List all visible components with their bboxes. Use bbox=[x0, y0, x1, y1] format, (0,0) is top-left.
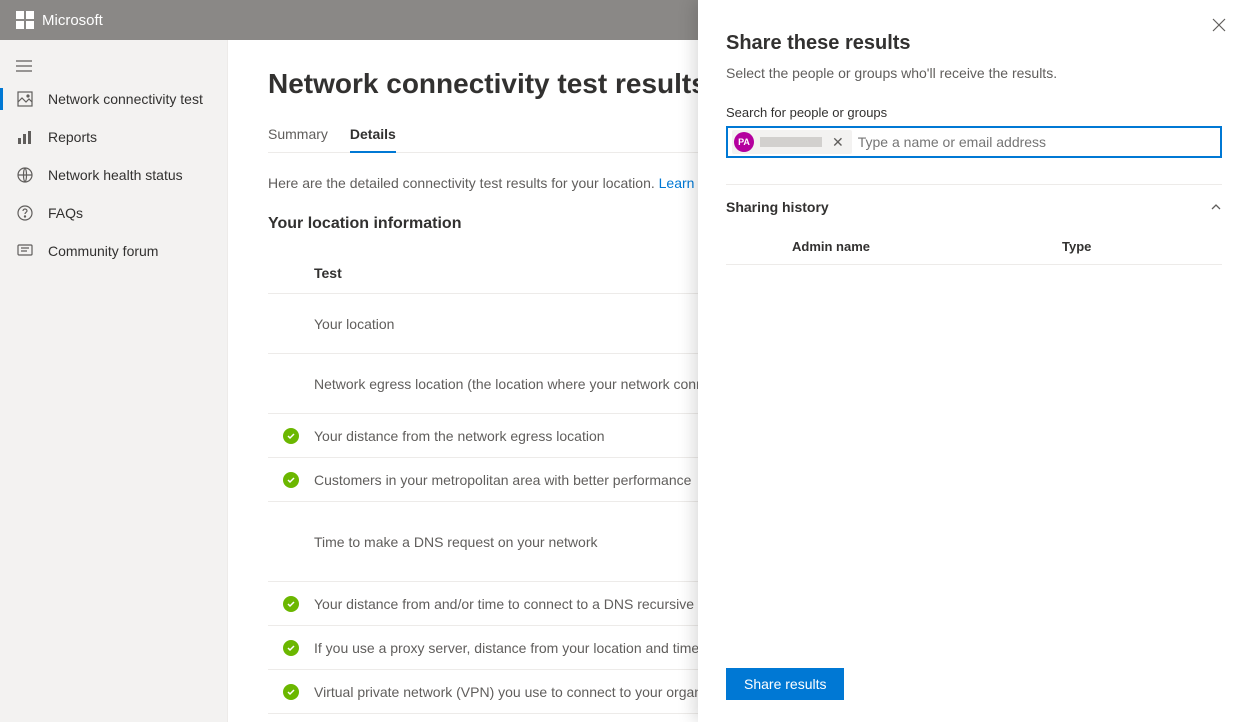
search-field-label: Search for people or groups bbox=[726, 105, 1222, 120]
panel-subtitle: Select the people or groups who'll recei… bbox=[726, 65, 1222, 81]
close-button[interactable] bbox=[1212, 18, 1226, 32]
sidebar-item-label: FAQs bbox=[48, 205, 83, 221]
share-results-button[interactable]: Share results bbox=[726, 668, 844, 700]
bar-chart-icon bbox=[16, 128, 34, 146]
people-search-input[interactable] bbox=[856, 130, 1216, 154]
check-circle-icon bbox=[283, 428, 299, 444]
panel-title: Share these results bbox=[726, 32, 1222, 55]
check-circle-icon bbox=[283, 472, 299, 488]
check-circle-icon bbox=[283, 640, 299, 656]
tab-summary[interactable]: Summary bbox=[268, 118, 328, 152]
hamburger-menu-icon[interactable] bbox=[0, 52, 227, 80]
close-icon bbox=[1212, 18, 1226, 32]
check-circle-icon bbox=[283, 596, 299, 612]
sidebar: Network connectivity test Reports Networ… bbox=[0, 40, 228, 722]
sharing-history-label: Sharing history bbox=[726, 199, 829, 215]
people-chip: PA ✕ bbox=[732, 130, 852, 154]
chat-icon bbox=[16, 242, 34, 260]
status-cell bbox=[268, 684, 314, 700]
sidebar-item-community-forum[interactable]: Community forum bbox=[0, 232, 227, 270]
divider bbox=[726, 184, 1222, 185]
status-cell bbox=[268, 472, 314, 488]
remove-chip-icon[interactable]: ✕ bbox=[828, 134, 848, 151]
chip-name-redacted bbox=[760, 137, 822, 147]
sidebar-item-faqs[interactable]: FAQs bbox=[0, 194, 227, 232]
globe-icon bbox=[16, 166, 34, 184]
chevron-up-icon bbox=[1210, 201, 1222, 213]
avatar: PA bbox=[734, 132, 754, 152]
sidebar-item-label: Network connectivity test bbox=[48, 91, 203, 107]
status-cell bbox=[268, 596, 314, 612]
column-type: Type bbox=[1062, 239, 1222, 254]
sidebar-item-label: Community forum bbox=[48, 243, 158, 259]
image-icon bbox=[16, 90, 34, 108]
sharing-history-toggle[interactable]: Sharing history bbox=[726, 199, 1222, 215]
sidebar-item-network-connectivity-test[interactable]: Network connectivity test bbox=[0, 80, 227, 118]
sidebar-item-label: Network health status bbox=[48, 167, 183, 183]
microsoft-logo-icon bbox=[16, 11, 34, 29]
history-columns: Admin name Type bbox=[726, 229, 1222, 265]
status-cell bbox=[268, 640, 314, 656]
help-icon bbox=[16, 204, 34, 222]
sidebar-item-network-health-status[interactable]: Network health status bbox=[0, 156, 227, 194]
status-cell bbox=[268, 428, 314, 444]
brand-label: Microsoft bbox=[42, 12, 103, 29]
people-picker[interactable]: PA ✕ bbox=[726, 126, 1222, 158]
column-admin-name: Admin name bbox=[726, 239, 1062, 254]
share-panel: Share these results Select the people or… bbox=[698, 0, 1250, 722]
panel-footer: Share results bbox=[698, 652, 1250, 722]
check-circle-icon bbox=[283, 684, 299, 700]
tab-details[interactable]: Details bbox=[350, 118, 396, 152]
sidebar-item-reports[interactable]: Reports bbox=[0, 118, 227, 156]
sidebar-item-label: Reports bbox=[48, 129, 97, 145]
microsoft-logo: Microsoft bbox=[16, 11, 103, 29]
